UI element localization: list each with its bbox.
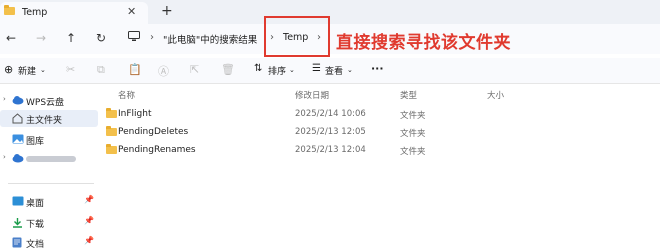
sidebar-item-label: 文档 bbox=[26, 240, 45, 250]
file-type: 文件夹 bbox=[400, 129, 426, 139]
column-header-name[interactable]: 名称 bbox=[118, 89, 135, 101]
tab-temp[interactable]: Temp ✕ bbox=[0, 2, 148, 24]
share-icon[interactable]: ⇱ bbox=[190, 63, 199, 76]
sort-button[interactable]: 排序 bbox=[268, 64, 286, 77]
cloud-icon bbox=[12, 95, 24, 108]
column-header-date[interactable]: 修改日期 bbox=[295, 89, 329, 101]
file-date: 2025/2/13 12:05 bbox=[295, 127, 366, 137]
breadcrumb-separator: › bbox=[150, 32, 154, 43]
table-row[interactable]: PendingRenames 2025/2/13 12:04 文件夹 bbox=[102, 142, 652, 160]
sidebar-item-downloads[interactable]: 下载 📌 bbox=[0, 214, 98, 231]
pin-icon[interactable]: 📌 bbox=[84, 236, 94, 245]
download-icon bbox=[12, 217, 23, 231]
new-icon[interactable]: ⊕ bbox=[4, 63, 13, 76]
more-options-icon[interactable]: ··· bbox=[371, 62, 384, 75]
breadcrumb-search-results[interactable]: "此电脑"中的搜索结果 bbox=[163, 32, 257, 46]
highlight-box bbox=[264, 16, 330, 57]
sidebar-item-label: 桌面 bbox=[26, 199, 45, 209]
sidebar-item-label: 下载 bbox=[26, 220, 45, 230]
folder-icon bbox=[106, 126, 117, 136]
paste-icon[interactable]: 📋 bbox=[128, 63, 142, 76]
sort-icon[interactable]: ⇅ bbox=[254, 63, 262, 74]
view-icon[interactable]: ☰ bbox=[312, 63, 321, 74]
folder-icon bbox=[4, 5, 15, 15]
copy-icon[interactable]: ⧉ bbox=[97, 63, 105, 77]
delete-icon[interactable]: 🗑 bbox=[221, 63, 235, 76]
cut-icon[interactable]: ✂ bbox=[66, 63, 75, 76]
file-name: InFlight bbox=[118, 109, 152, 119]
forward-icon[interactable]: → bbox=[36, 31, 46, 45]
this-pc-icon[interactable] bbox=[128, 31, 140, 45]
sidebar-item-label: 图库 bbox=[26, 137, 45, 147]
cloud-icon bbox=[12, 153, 24, 166]
sidebar-item-home[interactable]: 主文件夹 bbox=[0, 110, 98, 127]
refresh-icon[interactable]: ↻ bbox=[96, 31, 106, 45]
sidebar-item-label: WPS云盘 bbox=[26, 98, 65, 108]
file-date: 2025/2/13 12:04 bbox=[295, 145, 366, 155]
file-type: 文件夹 bbox=[400, 147, 426, 157]
file-date: 2025/2/14 10:06 bbox=[295, 109, 366, 119]
home-icon bbox=[12, 113, 23, 127]
table-row[interactable]: InFlight 2025/2/14 10:06 文件夹 bbox=[102, 106, 652, 124]
annotation-text: 直接搜索寻找该文件夹 bbox=[336, 33, 511, 53]
tab-bar: Temp ✕ + bbox=[0, 0, 660, 24]
pin-icon[interactable]: 📌 bbox=[84, 195, 94, 204]
new-button[interactable]: 新建 bbox=[18, 64, 36, 77]
divider bbox=[8, 183, 94, 184]
gallery-icon bbox=[12, 134, 24, 147]
sidebar-item-documents[interactable]: 文档 📌 bbox=[0, 234, 98, 250]
sidebar-item-wps[interactable]: › WPS云盘 bbox=[0, 92, 98, 109]
chevron-down-icon[interactable]: ⌄ bbox=[289, 66, 295, 74]
rename-icon[interactable]: Ⓐ bbox=[158, 63, 169, 79]
sidebar-item-desktop[interactable]: 桌面 📌 bbox=[0, 193, 98, 210]
up-icon[interactable]: ↑ bbox=[66, 31, 76, 45]
sidebar-item-gallery[interactable]: 图库 bbox=[0, 131, 98, 148]
folder-icon bbox=[106, 108, 117, 118]
document-icon bbox=[12, 237, 22, 250]
sidebar-item-label: 主文件夹 bbox=[26, 116, 63, 126]
chevron-right-icon[interactable]: › bbox=[3, 153, 6, 161]
tab-title: Temp bbox=[22, 7, 48, 18]
view-button[interactable]: 查看 bbox=[325, 64, 343, 77]
new-tab-button[interactable]: + bbox=[161, 3, 173, 19]
column-header-size[interactable]: 大小 bbox=[487, 89, 504, 101]
column-header-type[interactable]: 类型 bbox=[400, 89, 417, 101]
chevron-down-icon[interactable]: ⌄ bbox=[40, 66, 46, 74]
file-name: PendingRenames bbox=[118, 145, 196, 155]
chevron-down-icon[interactable]: ⌄ bbox=[347, 66, 353, 74]
pin-icon[interactable]: 📌 bbox=[84, 216, 94, 225]
blurred-account-name bbox=[26, 156, 76, 162]
file-name: PendingDeletes bbox=[118, 127, 189, 137]
chevron-right-icon[interactable]: › bbox=[3, 95, 6, 103]
desktop-icon bbox=[12, 196, 24, 209]
sidebar-item-account[interactable]: › bbox=[0, 150, 98, 167]
close-tab-icon[interactable]: ✕ bbox=[127, 5, 136, 18]
folder-icon bbox=[106, 144, 117, 154]
table-row[interactable]: PendingDeletes 2025/2/13 12:05 文件夹 bbox=[102, 124, 652, 142]
file-type: 文件夹 bbox=[400, 111, 426, 121]
back-icon[interactable]: ← bbox=[6, 31, 16, 45]
